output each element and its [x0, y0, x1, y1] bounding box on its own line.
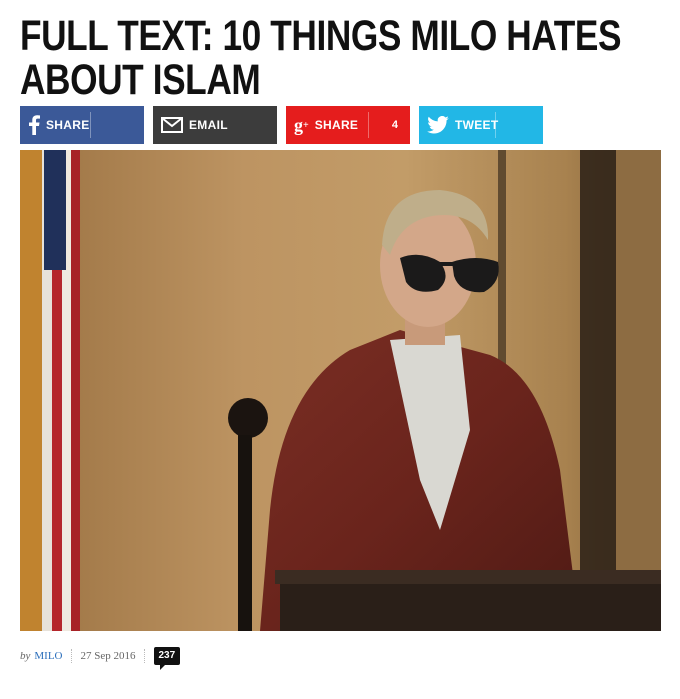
- google-plus-share-label: SHARE: [314, 118, 359, 132]
- google-plus-share-count: 4: [391, 119, 398, 131]
- facebook-share-label: SHARE: [46, 118, 90, 132]
- byline-divider: [143, 649, 146, 663]
- mail-icon: [161, 117, 183, 133]
- twitter-share-button[interactable]: TWEET: [419, 106, 543, 144]
- email-share-button[interactable]: EMAIL: [153, 106, 277, 144]
- google-plus-divider: [368, 112, 369, 138]
- facebook-share-button[interactable]: SHARE: [20, 106, 144, 144]
- publish-date: 27 Sep 2016: [80, 650, 136, 662]
- facebook-divider: [90, 112, 91, 138]
- article-hero-image: [20, 150, 661, 631]
- google-plus-share-button[interactable]: g + SHARE 4: [286, 106, 410, 144]
- byline-prefix: by: [20, 650, 31, 662]
- twitter-bird-icon: [427, 116, 449, 134]
- email-share-label: EMAIL: [189, 118, 228, 132]
- article-byline: by MILO 27 Sep 2016 237: [20, 646, 181, 670]
- twitter-divider: [495, 112, 496, 138]
- byline-divider: [70, 649, 73, 663]
- article-title: FULL TEXT: 10 THINGS MILO HATES ABOUT IS…: [20, 12, 622, 104]
- share-bar: SHARE EMAIL g + SHARE 4 TWEET: [20, 106, 660, 144]
- hero-photo-illustration: [20, 150, 661, 631]
- google-plus-icon: g +: [294, 114, 309, 135]
- author-link[interactable]: MILO: [34, 650, 62, 662]
- twitter-share-label: TWEET: [455, 118, 499, 132]
- facebook-icon: [28, 115, 40, 135]
- comment-count-badge[interactable]: 237: [153, 647, 181, 670]
